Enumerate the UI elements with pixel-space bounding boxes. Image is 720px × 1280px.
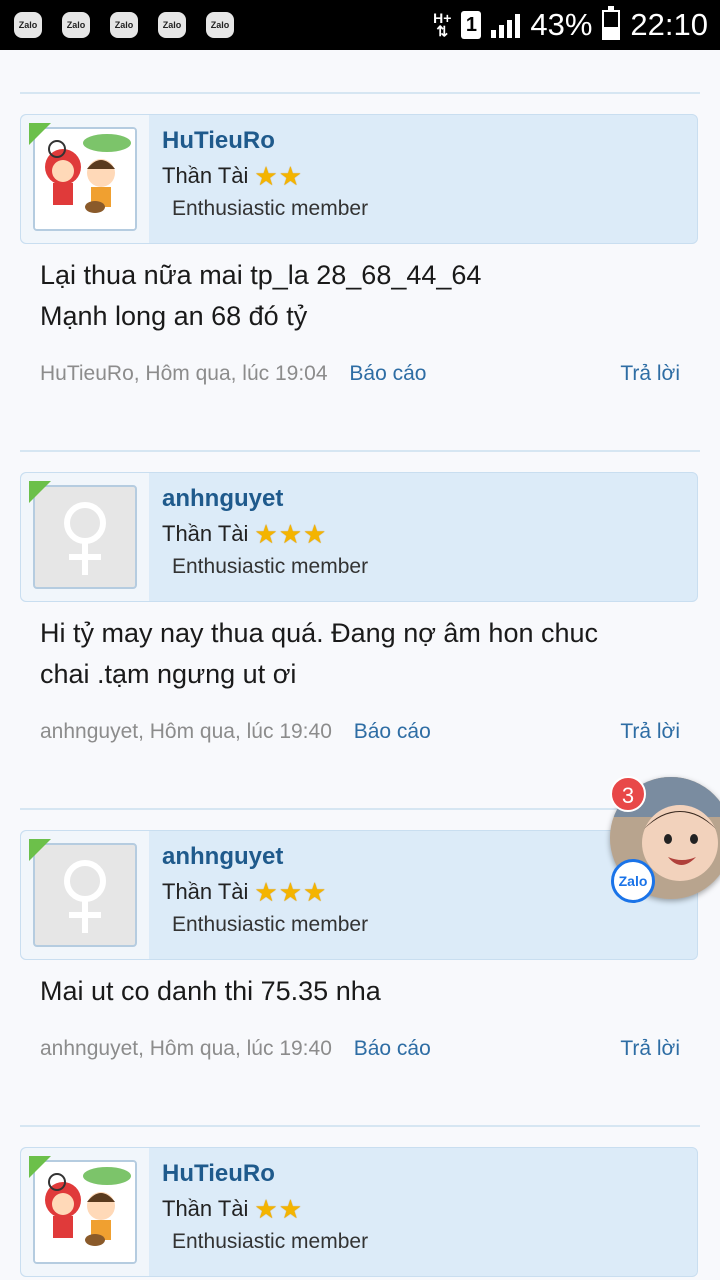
star-icon: ★ — [278, 1194, 303, 1224]
star-icon: ★ — [303, 519, 327, 549]
username[interactable]: anhnguyet — [162, 843, 283, 871]
report-link[interactable]: Báo cáo — [349, 362, 426, 385]
battery-percent: 43% — [530, 7, 593, 42]
star-icon: ★ — [278, 161, 303, 191]
star-icon: ★ — [278, 519, 303, 549]
star-icon: ★ — [278, 877, 303, 907]
zalo-app-icon: Zalo — [611, 859, 655, 903]
report-link[interactable]: Báo cáo — [354, 1037, 431, 1060]
user-info-card: anhnguyet Thần Tài ★ ★ ★ Enthusiastic memb… — [20, 830, 698, 960]
star-icon: ★ — [254, 1194, 278, 1224]
status-bar: Zalo Zalo Zalo Zalo Zalo H+ ⇅ 1 43% 22:10 — [0, 0, 720, 50]
star-icon: ★ — [254, 877, 278, 907]
rank-label: Thần Tài — [162, 163, 249, 188]
post-line: Mai ut co danh thi 75.35 nha — [40, 976, 381, 1006]
zalo-notification-icon: Zalo — [62, 12, 90, 38]
zalo-notification-icon: Zalo — [14, 12, 42, 38]
avatar-container[interactable] — [21, 1148, 149, 1276]
online-corner-indicator — [29, 123, 51, 145]
post-body: Lại thua nữa mai tp_la 28_68_44_64 Mạnh … — [40, 255, 680, 337]
post-line: Lại thua nữa mai tp_la 28_68_44_64 — [40, 260, 482, 290]
member-title: Enthusiastic member — [172, 913, 369, 936]
divider — [20, 1125, 700, 1127]
zalo-notification-icon: Zalo — [110, 12, 138, 38]
member-title: Enthusiastic member — [172, 555, 369, 578]
star-icon: ★ — [254, 519, 278, 549]
post-meta: HuTieuRo, Hôm qua, lúc 19:04 Báo cáo Trả… — [40, 362, 680, 386]
rank-stars: ★ ★ — [254, 161, 303, 191]
divider — [20, 92, 700, 94]
member-title: Enthusiastic member — [172, 1230, 369, 1253]
online-corner-indicator — [29, 839, 51, 861]
reply-link[interactable]: Trả lời — [620, 362, 680, 386]
username[interactable]: anhnguyet — [162, 485, 283, 513]
zalo-notification-icon: Zalo — [158, 12, 186, 38]
user-info-card: HuTieuRo Thần Tài ★ ★ Enthusiastic member — [20, 114, 698, 244]
signal-icon — [491, 12, 521, 38]
star-icon: ★ — [303, 877, 327, 907]
member-title: Enthusiastic member — [172, 197, 369, 220]
rank-label: Thần Tài — [162, 879, 249, 904]
zalo-notification-icon: Zalo — [206, 12, 234, 38]
online-corner-indicator — [29, 481, 51, 503]
rank-stars: ★ ★ — [254, 1194, 303, 1224]
avatar-container[interactable] — [21, 831, 149, 959]
network-type-label: H+ — [433, 10, 452, 26]
username[interactable]: HuTieuRo — [162, 1160, 275, 1188]
unread-count-badge: 3 — [610, 776, 646, 812]
divider — [20, 450, 700, 452]
star-icon: ★ — [254, 161, 278, 191]
reply-link[interactable]: Trả lời — [620, 1037, 680, 1061]
post-author-time: anhnguyet, Hôm qua, lúc 19:40 — [40, 720, 332, 743]
avatar-container[interactable] — [21, 473, 149, 601]
post-body: Mai ut co danh thi 75.35 nha — [40, 971, 680, 1012]
user-rank: Thần Tài ★ ★ ★ — [162, 879, 326, 905]
user-rank: Thần Tài ★ ★ — [162, 163, 302, 189]
post-meta: anhnguyet, Hôm qua, lúc 19:40 Báo cáo Tr… — [40, 1037, 680, 1061]
network-type-icon: H+ ⇅ — [433, 10, 452, 39]
reply-link[interactable]: Trả lời — [620, 720, 680, 744]
sim-icon: 1 — [461, 11, 482, 39]
user-rank: Thần Tài ★ ★ — [162, 1196, 302, 1222]
user-info-card: anhnguyet Thần Tài ★ ★ ★ Enthusiastic memb… — [20, 472, 698, 602]
post-meta: anhnguyet, Hôm qua, lúc 19:40 Báo cáo Tr… — [40, 720, 680, 744]
clock: 22:10 — [630, 7, 708, 42]
post-author-time: anhnguyet, Hôm qua, lúc 19:40 — [40, 1037, 332, 1060]
online-corner-indicator — [29, 1156, 51, 1178]
post-author-time: HuTieuRo, Hôm qua, lúc 19:04 — [40, 362, 328, 385]
post-line: chai .tạm ngưng ut ơi — [40, 659, 297, 689]
rank-stars: ★ ★ ★ — [254, 877, 327, 907]
post-body: Hi tỷ may nay thua quá. Đang nợ âm hon c… — [40, 613, 680, 695]
avatar-container[interactable] — [21, 115, 149, 243]
report-link[interactable]: Báo cáo — [354, 720, 431, 743]
post-line: Mạnh long an 68 đó tỷ — [40, 301, 308, 331]
rank-label: Thần Tài — [162, 1196, 249, 1221]
user-info-card: HuTieuRo Thần Tài ★ ★ Enthusiastic member — [20, 1147, 698, 1277]
username[interactable]: HuTieuRo — [162, 127, 275, 155]
rank-stars: ★ ★ ★ — [254, 519, 327, 549]
divider — [20, 808, 700, 810]
rank-label: Thần Tài — [162, 521, 249, 546]
battery-icon — [602, 6, 621, 40]
user-rank: Thần Tài ★ ★ ★ — [162, 521, 326, 547]
post-line: Hi tỷ may nay thua quá. Đang nợ âm hon c… — [40, 618, 599, 648]
